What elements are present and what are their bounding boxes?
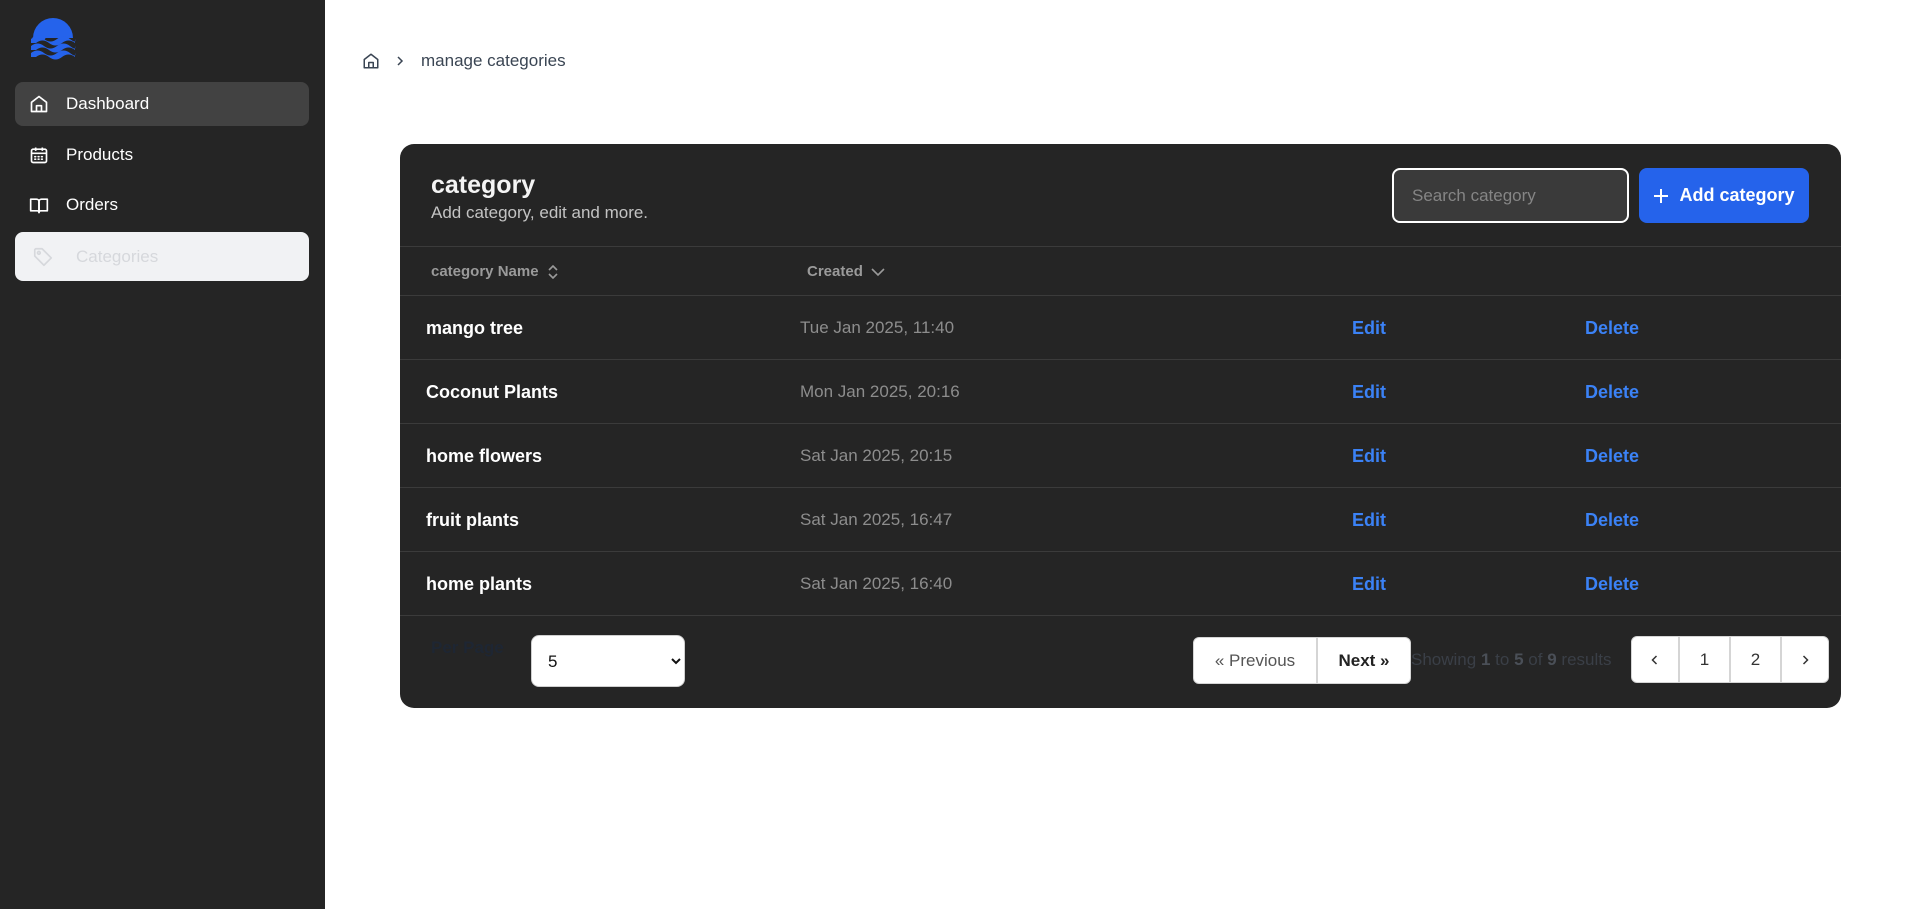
- next-button[interactable]: Next »: [1317, 637, 1411, 684]
- created-date: Sat Jan 2025, 16:40: [800, 574, 953, 593]
- category-name: mango tree: [426, 318, 524, 338]
- sidebar-item-label: Orders: [66, 195, 118, 214]
- home-icon[interactable]: [362, 52, 380, 70]
- category-card: category Add category, edit and more. ca…: [400, 144, 1841, 708]
- sidebar-item-label: Dashboard: [66, 94, 150, 113]
- page-prev-arrow[interactable]: [1631, 636, 1679, 683]
- sidebar: Dashboard Products Orders Categories: [0, 0, 325, 909]
- category-name: Coconut Plants: [426, 382, 559, 402]
- breadcrumb-current: manage categories: [421, 51, 566, 70]
- search-input[interactable]: [1392, 168, 1629, 223]
- add-category-button[interactable]: Add category: [1639, 168, 1809, 223]
- created-date: Sat Jan 2025, 16:47: [800, 510, 953, 529]
- chevron-left-icon: [1649, 653, 1661, 667]
- results-summary: Showing 1 to 5 of 9 results: [1411, 650, 1612, 669]
- delete-link[interactable]: Delete: [1585, 574, 1639, 595]
- page-next-arrow[interactable]: [1781, 636, 1829, 683]
- sidebar-item-categories[interactable]: Categories: [15, 232, 309, 281]
- category-name: home plants: [426, 574, 533, 594]
- delete-link[interactable]: Delete: [1585, 382, 1639, 403]
- delete-link[interactable]: Delete: [1585, 446, 1639, 467]
- page-button[interactable]: 1: [1679, 636, 1730, 683]
- created-date: Mon Jan 2025, 20:16: [800, 382, 960, 401]
- table-row: home plants Sat Jan 2025, 16:40 Edit Del…: [400, 552, 1841, 616]
- edit-link[interactable]: Edit: [1352, 446, 1386, 467]
- logo-icon: [31, 18, 76, 60]
- sidebar-item-label: Categories: [76, 246, 159, 266]
- table-row: Coconut Plants Mon Jan 2025, 20:16 Edit …: [400, 360, 1841, 424]
- table-row: mango tree Tue Jan 2025, 11:40 Edit Dele…: [400, 296, 1841, 360]
- created-date: Tue Jan 2025, 11:40: [800, 318, 955, 337]
- page-subtitle: Add category, edit and more.: [431, 203, 649, 222]
- breadcrumb: manage categories: [362, 51, 566, 71]
- sidebar-item-dashboard[interactable]: Dashboard: [15, 82, 309, 126]
- category-name: home flowers: [426, 446, 543, 466]
- chevron-right-icon: [1799, 653, 1811, 667]
- sort-icon: [547, 264, 559, 279]
- table-header: category Name Created: [400, 246, 1841, 296]
- created-date: Sat Jan 2025, 20:15: [800, 446, 953, 465]
- plus-icon: [1653, 188, 1669, 204]
- delete-link[interactable]: Delete: [1585, 510, 1639, 531]
- chevron-right-icon: [394, 55, 406, 67]
- column-header-created[interactable]: Created: [807, 263, 885, 280]
- edit-link[interactable]: Edit: [1352, 510, 1386, 531]
- tag-icon: [32, 246, 54, 268]
- sidebar-item-orders[interactable]: Orders: [15, 183, 309, 227]
- per-page-select[interactable]: 5: [531, 635, 685, 687]
- chevron-down-icon: [871, 267, 885, 277]
- edit-link[interactable]: Edit: [1352, 382, 1386, 403]
- category-name: fruit plants: [426, 510, 519, 530]
- home-icon: [28, 93, 50, 115]
- page-title: category: [431, 171, 536, 199]
- calendar-icon: [28, 144, 50, 166]
- table-row: fruit plants Sat Jan 2025, 16:47 Edit De…: [400, 488, 1841, 552]
- delete-link[interactable]: Delete: [1585, 318, 1639, 339]
- column-header-name[interactable]: category Name: [431, 263, 559, 280]
- sidebar-item-products[interactable]: Products: [15, 133, 309, 177]
- book-icon: [28, 194, 50, 216]
- per-page-label: Per Page: [431, 638, 504, 657]
- edit-link[interactable]: Edit: [1352, 318, 1386, 339]
- sidebar-item-label: Products: [66, 145, 134, 164]
- table-row: home flowers Sat Jan 2025, 20:15 Edit De…: [400, 424, 1841, 488]
- edit-link[interactable]: Edit: [1352, 574, 1386, 595]
- page-button[interactable]: 2: [1730, 636, 1781, 683]
- previous-button[interactable]: « Previous: [1193, 637, 1317, 684]
